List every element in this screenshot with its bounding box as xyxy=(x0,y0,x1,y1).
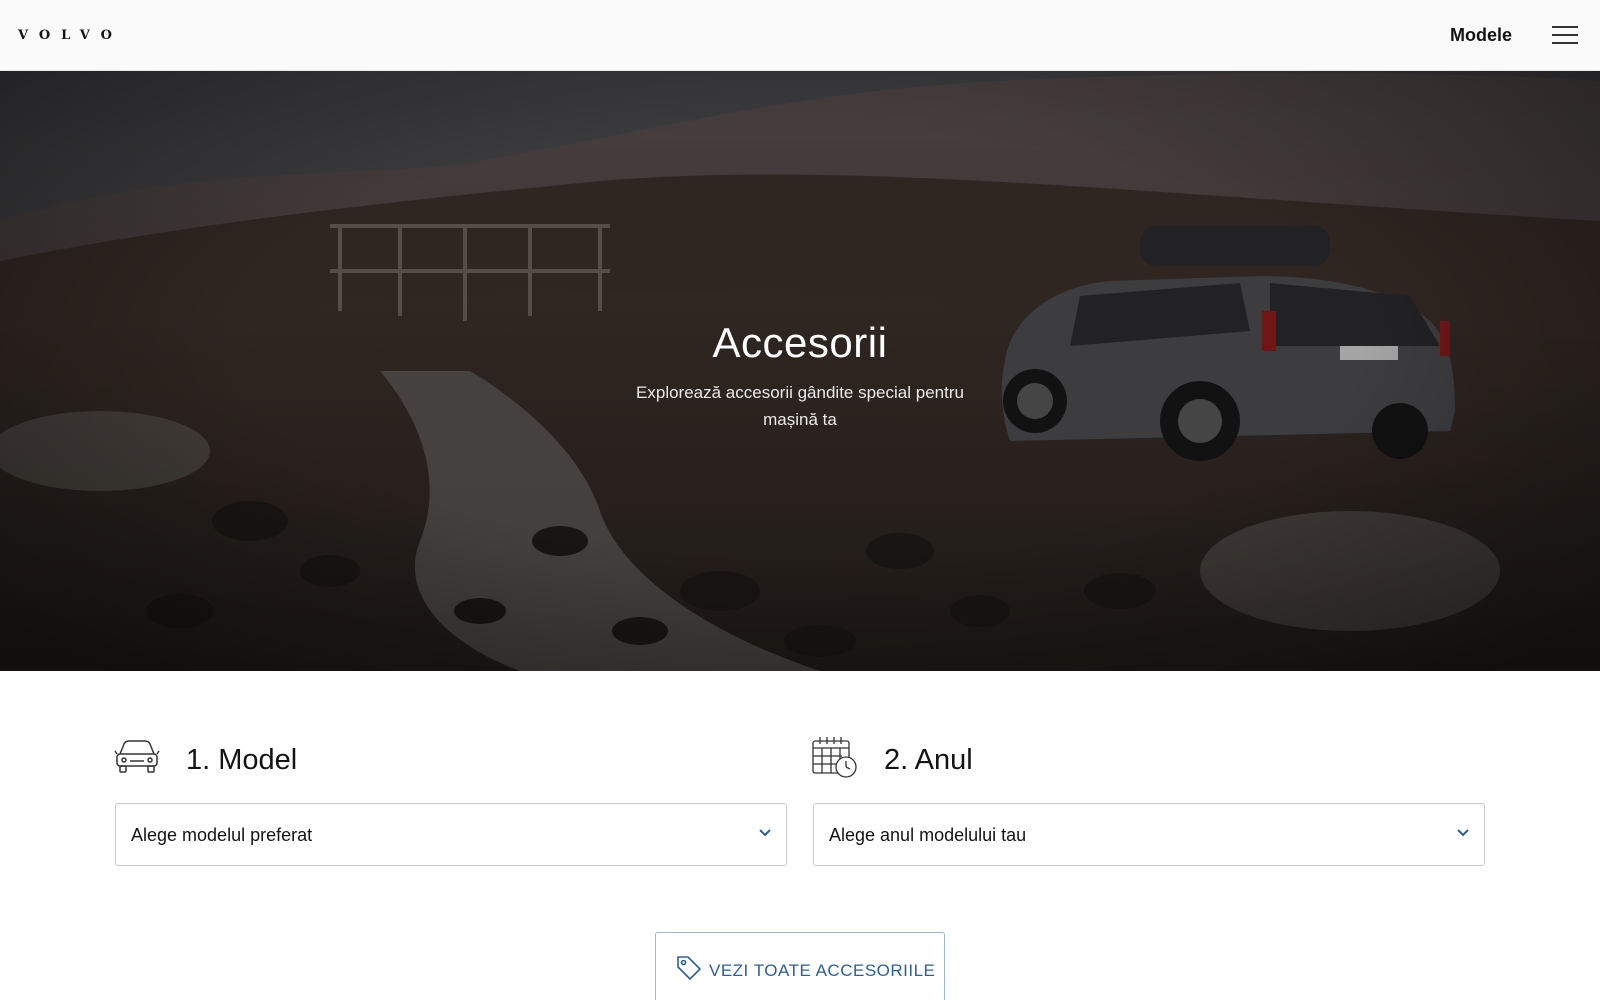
hero-subtitle: Explorează accesorii gândite special pen… xyxy=(636,383,964,429)
hero-title: Accesorii xyxy=(712,319,888,366)
hero-banner: Accesorii Explorează accesorii gândite s… xyxy=(0,71,1600,671)
tag-icon xyxy=(677,956,702,981)
car-icon xyxy=(114,740,160,773)
step-year-title: 2. Anul xyxy=(884,744,973,776)
hero-landscape-image xyxy=(0,71,1600,671)
year-dropdown[interactable]: Alege anul modelului tau xyxy=(813,803,1485,866)
calendar-clock-icon xyxy=(812,737,857,778)
site-header: VOLVO Modele xyxy=(0,0,1600,71)
view-all-accessories-label: VEZI TOATE ACCESORIILE xyxy=(709,961,936,980)
model-dropdown-value: Alege modelul preferat xyxy=(131,825,313,845)
year-dropdown-value: Alege anul modelului tau xyxy=(829,825,1027,845)
view-all-accessories-button[interactable]: VEZI TOATE ACCESORIILE xyxy=(655,932,945,1000)
model-dropdown[interactable]: Alege modelul preferat xyxy=(115,803,787,866)
chevron-down-icon xyxy=(759,829,771,837)
nav-link-modele[interactable]: Modele xyxy=(1450,25,1512,46)
step-model-title: 1. Model xyxy=(186,744,298,776)
chevron-down-icon xyxy=(1457,829,1469,837)
volvo-logo[interactable]: VOLVO xyxy=(18,28,123,43)
hamburger-menu-icon[interactable] xyxy=(1552,24,1578,46)
